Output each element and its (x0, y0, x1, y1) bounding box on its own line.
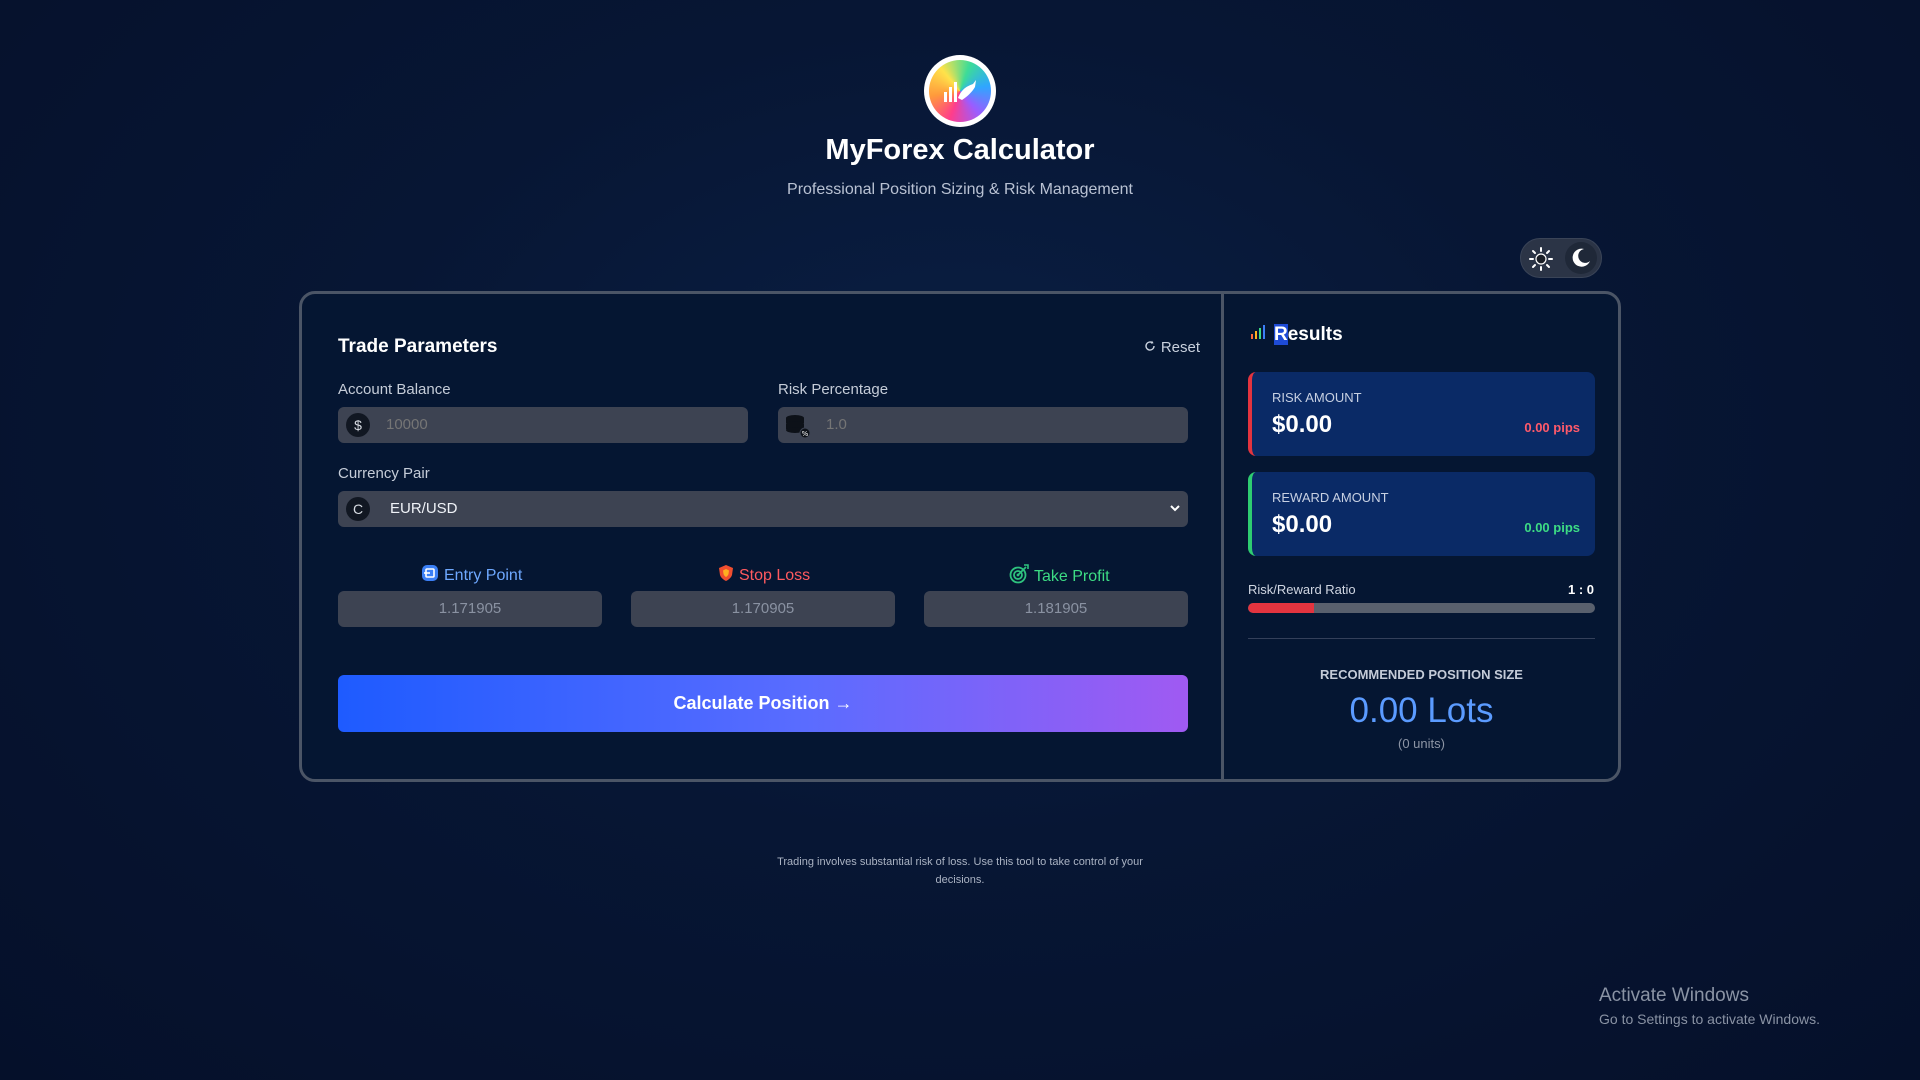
reset-label: Reset (1160, 339, 1200, 356)
recommended-units: (0 units) (1398, 736, 1445, 751)
risk-amount-value: $0.00 (1272, 411, 1333, 438)
reward-pips: 0.00 pips (1524, 520, 1580, 535)
risk-amount-card: RISK AMOUNT $0.00 0.00 pips (1248, 372, 1595, 456)
risk-pips: 0.00 pips (1524, 420, 1580, 435)
currency-pair-label: Currency Pair (338, 465, 430, 482)
risk-reward-bar (1248, 603, 1595, 613)
coins-icon: % (784, 412, 812, 445)
risk-reward-fill (1248, 603, 1314, 613)
recommended-position-caption: RECOMMENDED POSITION SIZE (1320, 667, 1523, 682)
risk-amount-caption: RISK AMOUNT (1272, 390, 1362, 405)
svg-text:%: % (802, 430, 809, 438)
entry-point-input[interactable]: 1.171905 (338, 591, 602, 627)
results-title-text: Results (1274, 324, 1343, 345)
stop-loss-input[interactable]: 1.170905 (631, 591, 895, 627)
reward-amount-card: REWARD AMOUNT $0.00 0.00 pips (1248, 472, 1595, 556)
reward-amount-caption: REWARD AMOUNT (1272, 490, 1389, 505)
app-logo (924, 55, 996, 127)
refresh-icon (1144, 339, 1156, 356)
windows-activation-watermark: Activate Windows Go to Settings to activ… (1599, 985, 1820, 1027)
account-balance-input[interactable] (386, 407, 736, 443)
take-profit-input[interactable]: 1.181905 (924, 591, 1188, 627)
stop-loss-label: Stop Loss (718, 564, 810, 587)
currency-pair-select[interactable]: C EUR/USD (338, 491, 1188, 527)
calculate-position-button[interactable]: Calculate Position → (338, 675, 1188, 732)
entry-point-label: Entry Point (421, 564, 522, 587)
bull-chart-logo-icon (929, 60, 991, 122)
target-icon (1009, 564, 1029, 589)
text-selection-highlight: R (1274, 324, 1288, 345)
shield-icon (718, 564, 734, 587)
dollar-icon: $ (346, 413, 370, 437)
app-subtitle: Professional Position Sizing & Risk Mana… (787, 181, 1133, 198)
results-divider (1248, 638, 1595, 639)
reward-amount-value: $0.00 (1272, 511, 1333, 538)
calculator-panel: Trade Parameters Reset Account Balance $… (299, 291, 1621, 782)
app-title: MyForex Calculator (825, 134, 1095, 166)
risk-percentage-input[interactable] (826, 407, 1176, 443)
moon-icon (1565, 242, 1597, 274)
bar-chart-icon (1250, 324, 1268, 346)
trade-parameters-title: Trade Parameters (338, 336, 498, 357)
theme-toggle[interactable] (1520, 238, 1602, 278)
currency-pair-value: EUR/USD (390, 500, 458, 517)
risk-reward-label: Risk/Reward Ratio (1248, 582, 1356, 597)
currency-icon: C (346, 497, 370, 521)
account-balance-field[interactable]: $ (338, 407, 748, 443)
results-title: Results (1250, 324, 1343, 346)
risk-percentage-label: Risk Percentage (778, 381, 889, 398)
stop-loss-text: Stop Loss (739, 566, 811, 584)
risk-reward-value: 1 : 0 (1567, 582, 1594, 597)
take-profit-label: Take Profit (1009, 564, 1110, 589)
risk-percentage-field[interactable]: % (778, 407, 1188, 443)
sun-icon (1529, 247, 1553, 276)
activate-windows-title: Activate Windows (1599, 985, 1749, 1006)
take-profit-text: Take Profit (1034, 567, 1110, 585)
reset-button[interactable]: Reset (1144, 339, 1200, 356)
activate-windows-subtitle: Go to Settings to activate Windows. (1599, 1011, 1820, 1027)
panel-divider (1221, 294, 1224, 779)
entry-point-text: Entry Point (444, 566, 523, 584)
risk-disclaimer: Trading involves substantial risk of los… (777, 856, 1143, 886)
recommended-lots: 0.00 Lots (1349, 691, 1494, 730)
entry-icon (421, 564, 439, 587)
account-balance-label: Account Balance (338, 381, 451, 398)
chevron-down-icon (1168, 501, 1182, 520)
